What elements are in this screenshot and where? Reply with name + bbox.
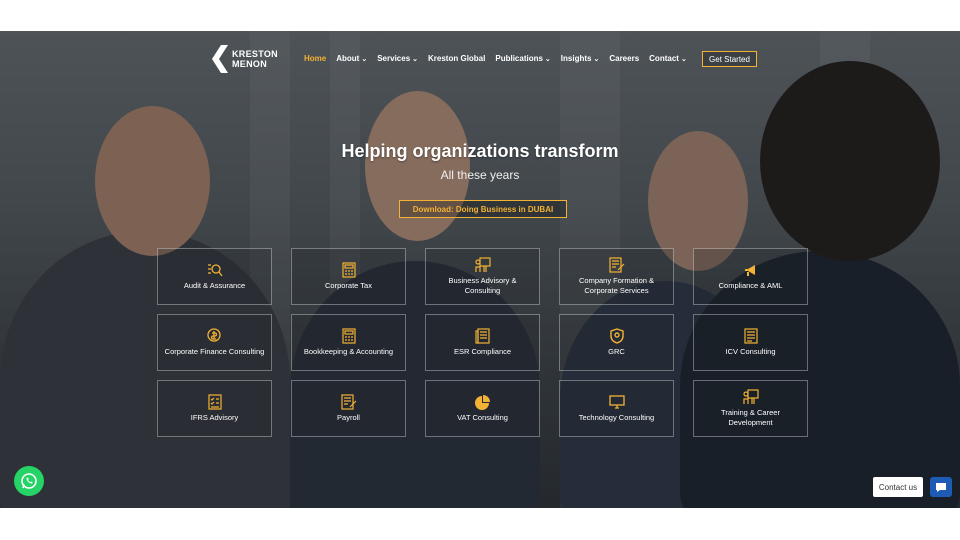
main-menu: Home About ⌄ Services ⌄ Kreston Global Pub… <box>304 54 687 63</box>
service-card-training[interactable]: Training & Career Development <box>693 380 808 437</box>
report-icon <box>474 328 490 344</box>
nav-publications[interactable]: Publications ⌄ <box>495 54 550 63</box>
chevron-down-icon: ⌄ <box>361 55 368 63</box>
service-card-ifrs[interactable]: IFRS Advisory <box>157 380 272 437</box>
download-guide-button[interactable]: Download: Doing Business in DUBAI <box>399 200 567 218</box>
nav-label: Publications <box>495 54 543 63</box>
calculator-icon <box>341 328 356 344</box>
chat-bubble-icon <box>936 482 946 492</box>
brand-line-2: MENON <box>232 59 267 69</box>
nav-about[interactable]: About ⌄ <box>336 54 367 63</box>
nav-services[interactable]: Services ⌄ <box>377 54 418 63</box>
presentation-icon <box>474 257 491 272</box>
service-label: Audit & Assurance <box>183 281 246 290</box>
service-card-payroll[interactable]: Payroll <box>291 380 406 437</box>
nav-label: Contact <box>649 54 679 63</box>
monitor-icon <box>608 395 625 409</box>
service-card-bookkeeping[interactable]: Bookkeeping & Accounting <box>291 314 406 371</box>
service-card-company-formation[interactable]: Company Formation & Corporate Services <box>559 248 674 305</box>
shield-icon <box>609 328 624 344</box>
contact-us-label[interactable]: Contact us <box>873 477 923 497</box>
finance-icon <box>206 328 221 342</box>
service-card-icv[interactable]: ICV Consulting <box>693 314 808 371</box>
chevron-down-icon: ⌄ <box>593 55 600 63</box>
presentation-icon <box>742 389 759 404</box>
service-label: Bookkeeping & Accounting <box>303 347 394 356</box>
nav-careers[interactable]: Careers <box>609 54 639 63</box>
service-card-grc[interactable]: GRC <box>559 314 674 371</box>
nav-home[interactable]: Home <box>304 54 326 63</box>
document-edit-icon <box>340 394 356 410</box>
service-label: IFRS Advisory <box>190 413 239 422</box>
service-card-vat[interactable]: VAT Consulting <box>425 380 540 437</box>
service-card-corporate-finance[interactable]: Corporate Finance Consulting <box>157 314 272 371</box>
chevron-down-icon: ⌄ <box>544 55 551 63</box>
service-card-corporate-tax[interactable]: Corporate Tax <box>291 248 406 305</box>
service-label: Training & Career Development <box>721 408 780 427</box>
nav-insights[interactable]: Insights ⌄ <box>561 54 600 63</box>
nav-label: About <box>336 54 360 63</box>
chevron-down-icon: ⌄ <box>680 55 687 63</box>
nav-label: Insights <box>560 54 592 63</box>
service-label: Company Formation & Corporate Services <box>578 276 655 295</box>
nav-label: Kreston Global <box>428 54 486 63</box>
whatsapp-button[interactable] <box>14 466 44 496</box>
calculator-icon <box>341 262 356 278</box>
brand-logo[interactable]: KRESTON MENON <box>212 45 278 73</box>
chat-button[interactable] <box>930 477 952 497</box>
nav-contact[interactable]: Contact ⌄ <box>649 54 687 63</box>
document-edit-icon <box>608 257 624 273</box>
service-label: VAT Consulting <box>457 413 508 422</box>
service-card-audit[interactable]: Audit & Assurance <box>157 248 272 305</box>
service-label: Business Advisory & Consulting <box>448 276 517 295</box>
service-label: Compliance & AML <box>718 281 783 290</box>
nav-label: Home <box>304 54 327 63</box>
audit-icon <box>207 264 223 277</box>
brand-name: KRESTON MENON <box>232 49 278 69</box>
nav-label: Careers <box>609 54 640 63</box>
hero-title: Helping organizations transform <box>341 141 619 161</box>
brand-line-1: KRESTON <box>232 49 278 59</box>
whatsapp-icon <box>21 473 37 489</box>
kreston-logo-icon <box>212 45 228 73</box>
service-label: Payroll <box>337 413 360 422</box>
service-card-esr[interactable]: ESR Compliance <box>425 314 540 371</box>
pie-chart-icon <box>474 395 490 410</box>
checklist-icon <box>207 394 222 410</box>
service-card-technology[interactable]: Technology Consulting <box>559 380 674 437</box>
document-icon <box>743 328 758 344</box>
hero-banner: KRESTON MENON Home About ⌄ Services ⌄ Kres… <box>0 31 960 508</box>
get-started-button[interactable]: Get Started <box>702 51 757 67</box>
top-navigation: KRESTON MENON Home About ⌄ Services ⌄ Kres… <box>0 31 960 89</box>
hero-subtitle: All these years <box>440 168 520 182</box>
megaphone-icon <box>744 265 755 276</box>
chevron-down-icon: ⌄ <box>412 55 419 63</box>
service-label: ESR Compliance <box>453 347 512 356</box>
service-label: ICV Consulting <box>725 347 776 356</box>
service-card-compliance[interactable]: Compliance & AML <box>693 248 808 305</box>
service-card-business-advisory[interactable]: Business Advisory & Consulting <box>425 248 540 305</box>
service-label: GRC <box>608 347 625 356</box>
nav-label: Services <box>377 54 411 63</box>
service-label: Corporate Tax <box>325 281 372 290</box>
service-label: Technology Consulting <box>578 413 655 422</box>
service-label: Corporate Finance Consulting <box>164 347 265 356</box>
nav-kreston-global[interactable]: Kreston Global <box>428 54 485 63</box>
